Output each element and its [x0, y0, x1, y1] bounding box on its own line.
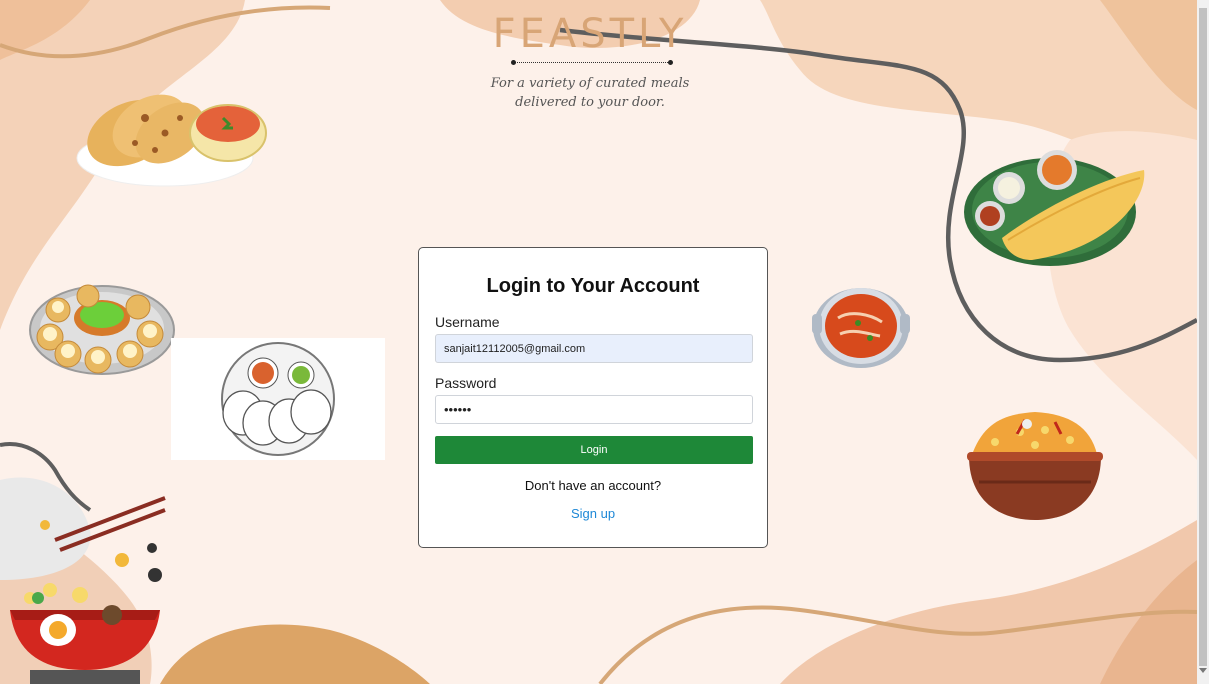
- biryani-pot-icon: [967, 412, 1103, 520]
- noodle-bowl-icon: [0, 477, 166, 684]
- brand-divider: [511, 59, 673, 65]
- username-label: Username: [435, 314, 500, 330]
- brand-header: FEASTLY For a variety of curated meals d…: [470, 10, 710, 110]
- login-page: FEASTLY For a variety of curated meals d…: [0, 0, 1197, 684]
- login-card: Login to Your Account Username Password …: [418, 247, 768, 548]
- username-input[interactable]: [435, 334, 753, 363]
- curry-pot-icon: [812, 288, 910, 368]
- dosa-plate-icon: [964, 150, 1145, 266]
- tagline-line-1: For a variety of curated meals: [490, 76, 690, 91]
- pani-puri-icon: [29, 284, 175, 375]
- login-button[interactable]: Login: [435, 436, 753, 464]
- idli-plate-panel: [171, 338, 385, 460]
- signup-link[interactable]: Sign up: [419, 506, 767, 521]
- scroll-down-arrow-icon[interactable]: [1199, 668, 1207, 673]
- naan-curry-icon: [76, 94, 267, 187]
- login-title: Login to Your Account: [486, 275, 700, 297]
- scrollbar-thumb[interactable]: [1199, 8, 1207, 666]
- password-label: Password: [435, 375, 497, 391]
- brand-tagline: For a variety of curated meals delivered…: [470, 74, 710, 112]
- tagline-line-2: delivered to your door.: [515, 95, 665, 110]
- password-input[interactable]: [435, 395, 753, 424]
- no-account-text: Don't have an account?: [524, 478, 662, 493]
- vertical-scrollbar[interactable]: [1197, 0, 1209, 684]
- idli-plate-icon: [221, 342, 335, 456]
- brand-logo: FEASTLY: [492, 11, 688, 57]
